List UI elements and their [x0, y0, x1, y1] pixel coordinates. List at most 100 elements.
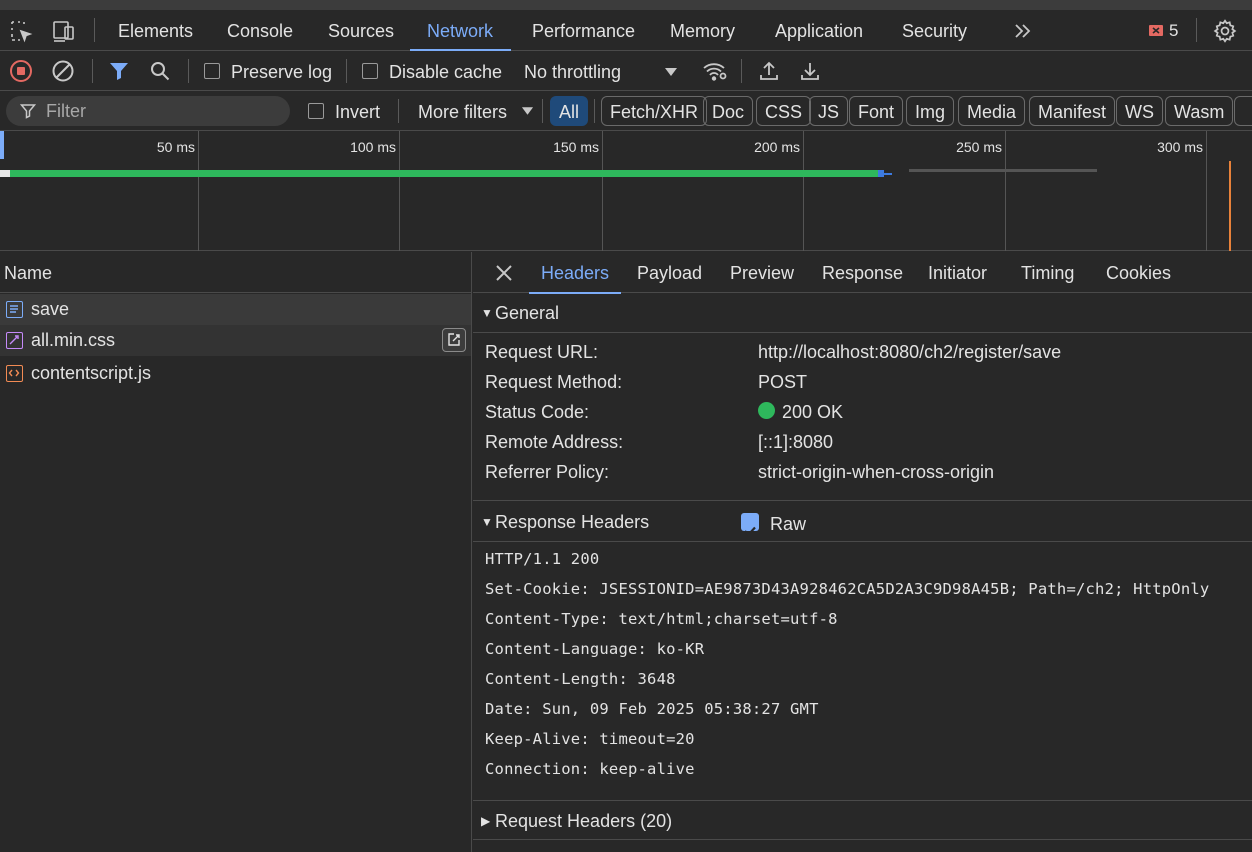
settings-icon[interactable] — [1211, 17, 1239, 45]
raw-checkbox[interactable] — [741, 513, 759, 537]
chip-img[interactable]: Img — [906, 96, 955, 126]
preserve-log-checkbox[interactable] — [204, 63, 220, 79]
request-bar — [0, 170, 882, 177]
chevron-down-icon[interactable] — [520, 105, 534, 117]
chip-wasm[interactable]: Wasm — [1165, 96, 1234, 126]
section-title: Request Headers (20) — [495, 811, 673, 831]
raw-header-line: Set-Cookie: JSESSIONID=AE9873D43A928462C… — [485, 580, 1210, 598]
request-name[interactable]: all.min.css — [31, 330, 115, 350]
list-item[interactable]: save — [0, 294, 471, 325]
chip-fetch-xhr[interactable]: Fetch/XHR — [601, 96, 708, 126]
filter-placeholder: Filter — [46, 101, 86, 121]
more-tabs-icon[interactable] — [1010, 18, 1036, 44]
tick-label: 150 ms — [553, 139, 599, 155]
raw-header-line: Content-Language: ko-KR — [485, 640, 705, 658]
chip-all[interactable]: All — [550, 96, 589, 126]
section-title: Response Headers — [495, 512, 650, 532]
error-icon[interactable] — [1148, 24, 1164, 38]
disable-cache-checkbox[interactable] — [362, 63, 378, 79]
section-title: General — [495, 303, 560, 323]
override-icon[interactable] — [442, 328, 466, 352]
filter-funnel-icon — [20, 103, 36, 119]
chip-media[interactable]: Media — [958, 96, 1026, 126]
script-icon — [6, 365, 23, 382]
invert-checkbox[interactable] — [308, 103, 324, 119]
list-item[interactable]: contentscript.js — [0, 356, 471, 389]
chip-manifest[interactable]: Manifest — [1029, 96, 1116, 126]
request-details: Headers Payload Preview Response Initiat… — [473, 252, 1252, 852]
filter-input[interactable]: Filter — [6, 96, 290, 126]
filter-bar: Filter Invert More filters All Fetch/XHR… — [0, 91, 1252, 131]
request-url-key: Request URL: — [485, 342, 599, 362]
tick-label: 100 ms — [350, 139, 396, 155]
tab-sources[interactable]: Sources — [328, 10, 394, 50]
wifi-settings-icon[interactable] — [702, 59, 728, 83]
chip-doc[interactable]: Doc — [703, 96, 754, 126]
tab-security[interactable]: Security — [902, 10, 967, 50]
referrer-policy-value: strict-origin-when-cross-origin — [758, 462, 995, 482]
general-section-header[interactable]: ▼ General — [473, 293, 1252, 333]
tab-preview[interactable]: Preview — [730, 252, 794, 293]
expand-triangle-icon: ▼ — [481, 515, 493, 529]
raw-header-line: HTTP/1.1 200 — [485, 550, 600, 568]
tab-cookies[interactable]: Cookies — [1106, 252, 1171, 293]
response-headers-section-header[interactable]: ▼ Response Headers Raw — [473, 500, 1252, 542]
tab-headers[interactable]: Headers — [528, 252, 622, 294]
upload-icon[interactable] — [757, 59, 781, 83]
chip-font[interactable]: Font — [849, 96, 904, 126]
throttling-select[interactable]: No throttling — [524, 51, 621, 91]
name-column-header[interactable]: Name — [0, 252, 472, 293]
tick-label: 250 ms — [956, 139, 1002, 155]
tab-application[interactable]: Application — [775, 10, 863, 50]
request-method-value: POST — [758, 372, 808, 392]
stylesheet-icon — [6, 332, 23, 349]
chip-overflow[interactable] — [1234, 96, 1252, 126]
tab-initiator[interactable]: Initiator — [928, 252, 987, 293]
referrer-policy-key: Referrer Policy: — [485, 462, 610, 482]
chip-ws[interactable]: WS — [1116, 96, 1163, 126]
status-code-value: 200 OK — [782, 402, 844, 422]
chip-css[interactable]: CSS — [756, 96, 812, 126]
tab-timing[interactable]: Timing — [1021, 252, 1074, 293]
disable-cache-label[interactable]: Disable cache — [389, 51, 502, 91]
tab-response[interactable]: Response — [822, 252, 903, 293]
device-icon[interactable] — [50, 18, 78, 44]
tab-console[interactable]: Console — [227, 10, 293, 50]
error-count[interactable]: 5 — [1169, 10, 1178, 50]
list-item[interactable]: all.min.css — [0, 325, 471, 356]
download-icon[interactable] — [798, 59, 822, 83]
request-headers-section-header[interactable]: ▶ Request Headers (20) — [473, 800, 1252, 840]
document-icon — [6, 301, 23, 318]
filter-icon[interactable] — [107, 59, 131, 83]
timeline-overview[interactable]: 50 ms 100 ms 150 ms 200 ms 250 ms 300 ms — [0, 131, 1252, 251]
clear-icon[interactable] — [51, 59, 75, 83]
close-icon[interactable] — [493, 262, 515, 284]
tab-payload[interactable]: Payload — [637, 252, 702, 293]
chip-js[interactable]: JS — [809, 96, 849, 126]
timeline-handle[interactable] — [0, 131, 4, 159]
preserve-log-label[interactable]: Preserve log — [231, 51, 332, 91]
tab-performance[interactable]: Performance — [532, 10, 635, 50]
raw-header-line: Content-Type: text/html;charset=utf-8 — [485, 610, 838, 628]
request-url-value: http://localhost:8080/ch2/register/save — [758, 342, 1062, 362]
devtools-tabbar: Elements Console Sources Network Perform… — [0, 10, 1252, 51]
search-icon[interactable] — [148, 59, 172, 83]
invert-label[interactable]: Invert — [335, 91, 380, 131]
raw-label[interactable]: Raw — [770, 503, 806, 545]
chevron-down-icon[interactable] — [663, 65, 679, 79]
tab-memory[interactable]: Memory — [670, 10, 735, 50]
tab-elements[interactable]: Elements — [118, 10, 193, 50]
request-bar-gray — [909, 169, 1097, 172]
request-name[interactable]: contentscript.js — [31, 363, 151, 383]
tab-network[interactable]: Network — [409, 10, 512, 51]
more-filters-button[interactable]: More filters — [418, 91, 507, 131]
request-name[interactable]: save — [31, 299, 69, 319]
expand-triangle-icon: ▼ — [481, 306, 493, 320]
inspect-icon[interactable] — [8, 18, 34, 44]
request-method-key: Request Method: — [485, 372, 623, 392]
record-icon[interactable] — [9, 59, 33, 83]
details-tabbar: Headers Payload Preview Response Initiat… — [473, 252, 1252, 294]
remote-address-key: Remote Address: — [485, 432, 624, 452]
collapse-triangle-icon: ▶ — [481, 814, 491, 828]
raw-header-line: Content-Length: 3648 — [485, 670, 676, 688]
